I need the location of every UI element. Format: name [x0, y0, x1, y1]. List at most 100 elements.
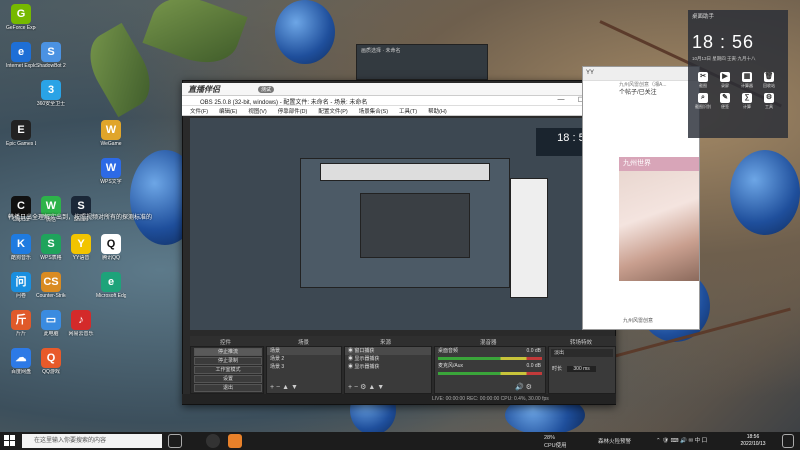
desktop-icon[interactable]: CSCounter-Strike Global — [36, 272, 66, 299]
desktop-icon-label: Epic Games Launcher — [6, 141, 36, 147]
menu-item[interactable]: 工具(T) — [399, 107, 417, 115]
desktop-icon-label: Internet Explorer — [6, 63, 36, 69]
menu-item[interactable]: 帮助(H) — [428, 107, 447, 115]
taskbar-clock[interactable]: 18:56 2022/10/13 — [728, 434, 778, 448]
speaker-icon[interactable]: 🔊 — [515, 384, 524, 391]
desktop-icon-label: 360安全卫士 — [36, 101, 66, 107]
desktop-icon[interactable]: SShadowBot 2020 — [36, 42, 66, 69]
menu-item[interactable]: 停靠部件(D) — [278, 107, 308, 115]
task-view-icon[interactable] — [168, 434, 182, 448]
source-item[interactable]: ◉ 窗口捕获 — [345, 347, 431, 355]
widget-shortcut[interactable]: ✂ 截图 — [692, 72, 714, 89]
chat-banner: 九州世界 — [619, 157, 699, 171]
move-down-icon[interactable]: ▼ — [377, 384, 384, 391]
desktop-icon-label: 问卷 — [15, 293, 26, 299]
desktop-icon[interactable]: ▭ 此电脑 — [36, 310, 66, 337]
menu-item[interactable]: 视图(V) — [248, 107, 266, 115]
scene-item[interactable]: 场景 3 — [267, 363, 341, 371]
studio-mode-button[interactable]: 工作室模式 — [194, 366, 262, 374]
stop-stream-button[interactable]: 停止推流 — [194, 348, 262, 356]
source-item[interactable]: ◉ 显示器捕获 — [345, 355, 431, 363]
menu-item[interactable]: 文件(F) — [190, 107, 208, 115]
desktop-icon-label: Counter-Strike Global — [36, 293, 66, 299]
widget-shortcut[interactable]: ⚙ 工具 — [758, 93, 780, 110]
menu-item[interactable]: 编辑(E) — [219, 107, 237, 115]
widget-shortcut[interactable]: ⌕ 截图识别 — [692, 93, 714, 110]
desktop-icon[interactable]: ☁ 百度网盘 — [6, 348, 36, 375]
desktop-icon[interactable]: eInternet Explorer — [6, 42, 36, 69]
desktop-icon-label: ShadowBot 2020 — [36, 63, 66, 69]
desktop-clock-widget[interactable]: 桌面助手 18 : 56 10月13日 星期四 壬寅·九月十八 ✂ 截图 ▶ 录屏 ▦ 计… — [688, 10, 788, 138]
gear-icon[interactable]: ⚙ — [360, 384, 366, 391]
desktop-icon[interactable]: Q 腾讯QQ — [96, 234, 126, 261]
settings-button[interactable]: 设置 — [194, 375, 262, 383]
desktop-icon-label: WPS表格 — [40, 255, 62, 261]
desktop-icon[interactable]: ♪ 网易云音乐 — [66, 310, 96, 337]
notification-icon[interactable] — [782, 434, 794, 448]
qq-icon: Q — [101, 234, 121, 254]
widget-shortcut[interactable]: ▦ 计算器 — [736, 72, 758, 89]
desktop-icon-label: 腾讯QQ — [102, 255, 120, 261]
taskbar-date: 2022/10/13 — [740, 441, 766, 447]
yy-chat-window[interactable]: YY 九州风雷创意（湘A... 个帖子/已关注 九州世界 九州风雷创意 — [582, 66, 700, 330]
eye-icon[interactable]: ◉ — [348, 364, 353, 370]
shortcut-label: 截图识别 — [695, 104, 711, 109]
menu-item[interactable]: 配置文件(P) — [318, 107, 347, 115]
desktop-icon[interactable]: eMicrosoft Edge — [96, 272, 126, 299]
mixer-channel-level: 0.0 dB — [526, 348, 541, 354]
widget-shortcut[interactable]: ∑ 计算 — [736, 93, 758, 110]
obs-title-bar[interactable]: OBS 25.0.8 (32-bit, windows) - 配置文件: 未命名… — [182, 96, 612, 106]
stop-record-button[interactable]: 停止录制 — [194, 357, 262, 365]
duration-input[interactable]: 300 ms — [567, 366, 596, 372]
weather-alert[interactable]: 森林火险预警 — [598, 437, 631, 445]
desktop-icon[interactable]: GGeForce Experience — [6, 4, 36, 31]
add-icon[interactable]: + — [348, 384, 352, 391]
desktop-icon[interactable]: 3 360安全卫士 — [36, 80, 66, 107]
menu-item[interactable]: 场景集合(S) — [359, 107, 388, 115]
app-icon: 斤 — [11, 310, 31, 330]
shortcut-icon: ✂ — [698, 72, 708, 82]
move-up-icon[interactable]: ▲ — [282, 384, 289, 391]
eye-icon[interactable]: ◉ — [348, 348, 353, 354]
remove-icon[interactable]: − — [276, 384, 280, 391]
gear-icon[interactable]: ⚙ — [526, 384, 532, 391]
desktop-icon[interactable]: W WPS文字 — [96, 158, 126, 185]
spreadsheet-icon: S — [41, 234, 61, 254]
add-icon[interactable]: + — [270, 384, 274, 391]
desktop-icon[interactable]: S WPS表格 — [36, 234, 66, 261]
scene-item[interactable]: 场景 2 — [267, 355, 341, 363]
scene-item[interactable]: 场景 — [267, 347, 341, 355]
exit-button[interactable]: 退出 — [194, 384, 262, 392]
desktop-icon-label: WeGame — [100, 141, 122, 147]
widget-shortcut[interactable]: ▶ 录屏 — [714, 72, 736, 89]
widget-shortcut[interactable]: ✎ 便签 — [714, 93, 736, 110]
desktop-icon[interactable]: 问问卷 — [6, 272, 36, 299]
eye-icon[interactable]: ◉ — [348, 356, 353, 362]
widget-shortcut[interactable]: 🗑 回收站 — [758, 72, 780, 89]
shield-icon: 3 — [41, 80, 61, 100]
cpu-percent: 28% — [544, 435, 556, 441]
minimize-icon[interactable]: — — [554, 96, 568, 103]
windows-start-icon[interactable] — [4, 435, 16, 447]
desktop-icon[interactable]: Y YY语音 — [66, 234, 96, 261]
obs-taskbar-icon[interactable] — [206, 434, 220, 448]
remove-icon[interactable]: − — [354, 384, 358, 391]
desktop-icon[interactable]: K 酷狗音乐 — [6, 234, 36, 261]
small-preview-window[interactable]: 画质选择 · 未命名 — [356, 44, 488, 80]
stream-companion-taskbar-icon[interactable] — [228, 434, 242, 448]
desktop-icon[interactable]: W WeGame — [96, 120, 126, 147]
desktop-icon[interactable]: EEpic Games Launcher — [6, 120, 36, 147]
streamer-photo — [619, 171, 699, 281]
stream-companion-logo: 直播伴侣 — [188, 85, 220, 94]
desktop-icon[interactable]: 斤斤斤 — [6, 310, 36, 337]
taskbar-search-input[interactable]: 在这里输入你要搜索的内容 — [22, 434, 162, 448]
desktop-icon[interactable]: Q QQ游戏 — [36, 348, 66, 375]
source-item[interactable]: ◉ 显示器捕获 — [345, 363, 431, 371]
obs-status-bar: LIVE: 00:00:00 REC: 00:00:00 CPU: 0.4%, … — [182, 394, 616, 404]
transition-select[interactable]: 淡出 — [551, 349, 613, 357]
move-down-icon[interactable]: ▼ — [291, 384, 298, 391]
tray-icons[interactable]: ⌃ 🛡 ⌨ 🔊 ✉ 中 囗 — [656, 436, 707, 444]
move-up-icon[interactable]: ▲ — [368, 384, 375, 391]
shortcut-icon: ∑ — [742, 93, 752, 103]
music-icon: K — [11, 234, 31, 254]
